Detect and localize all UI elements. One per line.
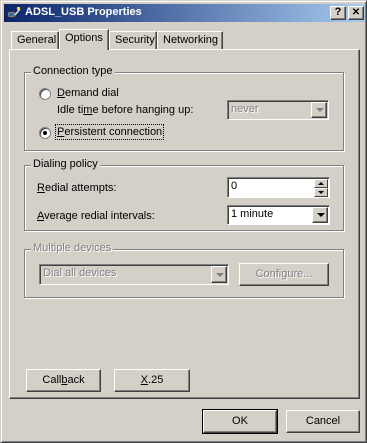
chevron-up-icon [318, 182, 324, 185]
redial-attempts-label: Redial attempts: [37, 182, 117, 194]
x25-button[interactable]: X.25 [114, 369, 190, 392]
redial-attempts-value: 0 [231, 180, 238, 192]
demand-dial-label[interactable]: Demand dial [57, 87, 119, 99]
close-button[interactable]: ✕ [348, 6, 364, 20]
idle-time-value: never [231, 103, 259, 115]
idle-time-dropdown[interactable]: never [227, 100, 329, 120]
dial-devices-dropdown[interactable]: Dial all devices [39, 264, 229, 285]
properties-dialog: ADSL_USB Properties ? ✕ General Options … [0, 0, 367, 443]
persistent-connection-radio[interactable] [39, 127, 51, 139]
x25-label: X.25 [140, 374, 164, 386]
tab-label: Networking [163, 34, 219, 46]
demand-dial-radio[interactable] [39, 88, 51, 100]
callback-label: Callback [42, 374, 85, 386]
ok-label: OK [232, 415, 248, 427]
callback-button[interactable]: Callback [26, 369, 101, 392]
title-bar[interactable]: ADSL_USB Properties ? ✕ [4, 4, 365, 22]
chevron-down-icon [318, 191, 324, 194]
chevron-down-icon [216, 273, 224, 277]
spin-down-button[interactable] [314, 188, 328, 197]
window-title: ADSL_USB Properties [25, 6, 142, 18]
connection-type-group: Connection type Demand dial Idle time be… [24, 65, 344, 151]
configure-label: Configure... [255, 268, 313, 280]
tab-general[interactable]: General [11, 31, 59, 50]
group-title: Connection type [31, 65, 115, 77]
multiple-devices-group: Multiple devices Dial all devices Config… [24, 242, 344, 298]
spin-up-button[interactable] [314, 179, 328, 188]
tab-networking[interactable]: Networking [157, 31, 223, 50]
cancel-label: Cancel [305, 415, 341, 427]
dialing-policy-group: Dialing policy Redial attempts: 0 Averag… [24, 158, 344, 231]
idle-time-label: Idle time before hanging up: [57, 104, 194, 116]
dial-devices-value: Dial all devices [43, 267, 117, 279]
tab-options[interactable]: Options [59, 29, 109, 50]
redial-interval-dropdown[interactable]: 1 minute [227, 205, 330, 225]
chevron-down-icon [317, 213, 325, 217]
radio-selected-dot [43, 131, 47, 135]
idle-dropdown-button[interactable] [311, 102, 327, 118]
configure-button[interactable]: Configure... [239, 263, 329, 286]
tab-label: General [17, 34, 57, 46]
help-icon: ? [334, 6, 342, 18]
chevron-down-icon [316, 108, 324, 112]
ok-button[interactable]: OK [202, 409, 278, 434]
average-redial-interval-label: Average redial intervals: [37, 210, 155, 222]
redial-interval-value: 1 minute [231, 208, 274, 220]
interval-dropdown-button[interactable] [312, 207, 328, 223]
tab-label: Security [115, 34, 155, 46]
group-title: Dialing policy [31, 158, 100, 170]
redial-attempts-spinner[interactable]: 0 [227, 177, 330, 198]
tab-panel-options: Connection type Demand dial Idle time be… [9, 49, 360, 399]
persistent-connection-label[interactable]: Persistent connection [54, 124, 165, 140]
tab-security[interactable]: Security [109, 31, 157, 50]
network-connection-icon [7, 7, 21, 18]
close-icon: ✕ [351, 7, 361, 18]
help-button[interactable]: ? [330, 6, 346, 20]
tab-label: Options [65, 32, 103, 44]
group-title: Multiple devices [31, 242, 114, 254]
cancel-button[interactable]: Cancel [286, 410, 360, 433]
devices-dropdown-button[interactable] [211, 266, 227, 283]
